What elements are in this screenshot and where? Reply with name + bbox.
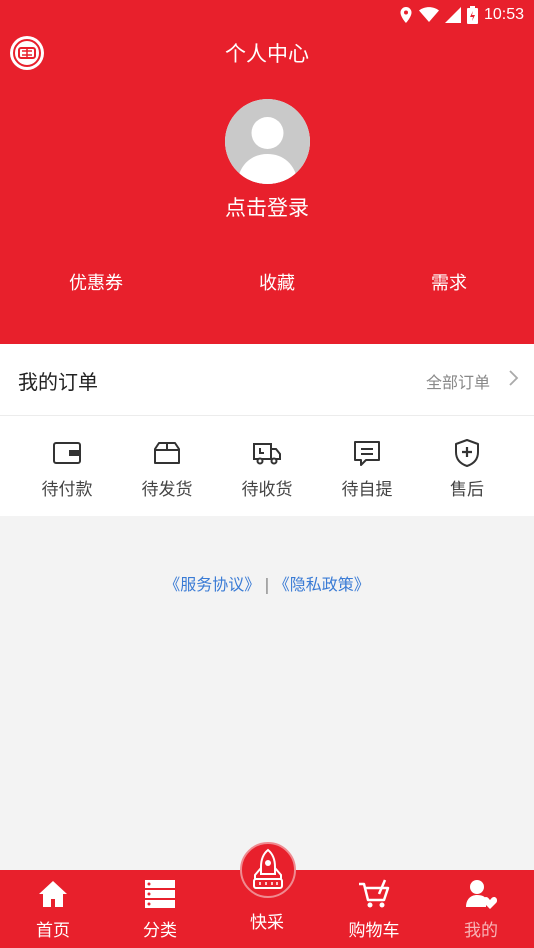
page-title: 个人中心	[225, 42, 309, 66]
service-agreement-link[interactable]: 《服务协议》	[164, 575, 260, 594]
avatar[interactable]	[225, 99, 310, 184]
tab-quick-purchase-label[interactable]: 快采	[217, 908, 317, 933]
orders-header[interactable]: 我的订单 全部订单	[0, 344, 534, 416]
tab-label: 我的	[464, 921, 498, 941]
after-sales-button[interactable]: 售后	[417, 417, 517, 516]
tab-cart[interactable]: 购物车	[329, 870, 419, 948]
profile-header: 10:53 个人中心 点击登录 优惠券 收藏 需求	[0, 0, 534, 344]
status-label: 待自提	[341, 480, 393, 500]
wifi-icon	[418, 7, 439, 22]
demands-link[interactable]: 需求	[389, 269, 509, 295]
agreement-links: 《服务协议》 | 《隐私政策》	[0, 571, 534, 595]
pending-shipment-button[interactable]: 待发货	[117, 417, 217, 516]
pending-pickup-button[interactable]: 待自提	[317, 417, 417, 516]
rocket-icon	[253, 848, 283, 889]
tab-category[interactable]: 分类	[115, 870, 205, 948]
truck-icon	[253, 443, 281, 465]
status-label: 待收货	[241, 480, 293, 500]
coupons-link[interactable]: 优惠券	[36, 269, 156, 295]
default-avatar-icon	[225, 99, 310, 184]
pending-receipt-button[interactable]: 待收货	[217, 417, 317, 516]
privacy-policy-link[interactable]: 《隐私政策》	[274, 575, 370, 594]
tab-label: 购物车	[348, 921, 400, 941]
status-label: 售后	[450, 480, 484, 500]
status-label: 待发货	[141, 480, 193, 500]
status-time: 10:53	[483, 6, 524, 23]
shield-plus-icon	[455, 439, 479, 467]
order-status-row: 待付款 待发货 待收货 待自提 售后	[0, 417, 534, 516]
tab-home[interactable]: 首页	[8, 870, 98, 948]
home-icon	[39, 881, 67, 907]
box-icon	[154, 442, 180, 464]
favorites-link[interactable]: 收藏	[217, 269, 337, 295]
signal-icon	[444, 7, 461, 23]
message-icon	[354, 441, 380, 466]
tab-label: 首页	[36, 921, 70, 941]
all-orders-link[interactable]: 全部订单	[426, 369, 490, 393]
tab-mine[interactable]: 我的	[436, 870, 526, 948]
orders-title: 我的订单	[18, 370, 98, 394]
links-separator: |	[264, 575, 270, 594]
orders-panel: 我的订单 全部订单 待付款 待发货 待收货 待自提 售后	[0, 344, 534, 516]
user-heart-icon	[466, 880, 497, 909]
tab-quick-purchase[interactable]	[240, 842, 296, 898]
location-icon	[400, 7, 412, 23]
status-bar: 10:53	[399, 4, 524, 26]
tab-label: 分类	[143, 921, 177, 941]
login-link[interactable]: 点击登录	[0, 192, 534, 222]
chevron-right-icon	[509, 370, 519, 386]
list-icon	[145, 880, 175, 908]
pending-payment-button[interactable]: 待付款	[17, 417, 117, 516]
wallet-icon	[53, 442, 81, 464]
status-label: 待付款	[41, 480, 93, 500]
battery-icon	[466, 6, 478, 24]
cart-icon	[359, 879, 390, 908]
